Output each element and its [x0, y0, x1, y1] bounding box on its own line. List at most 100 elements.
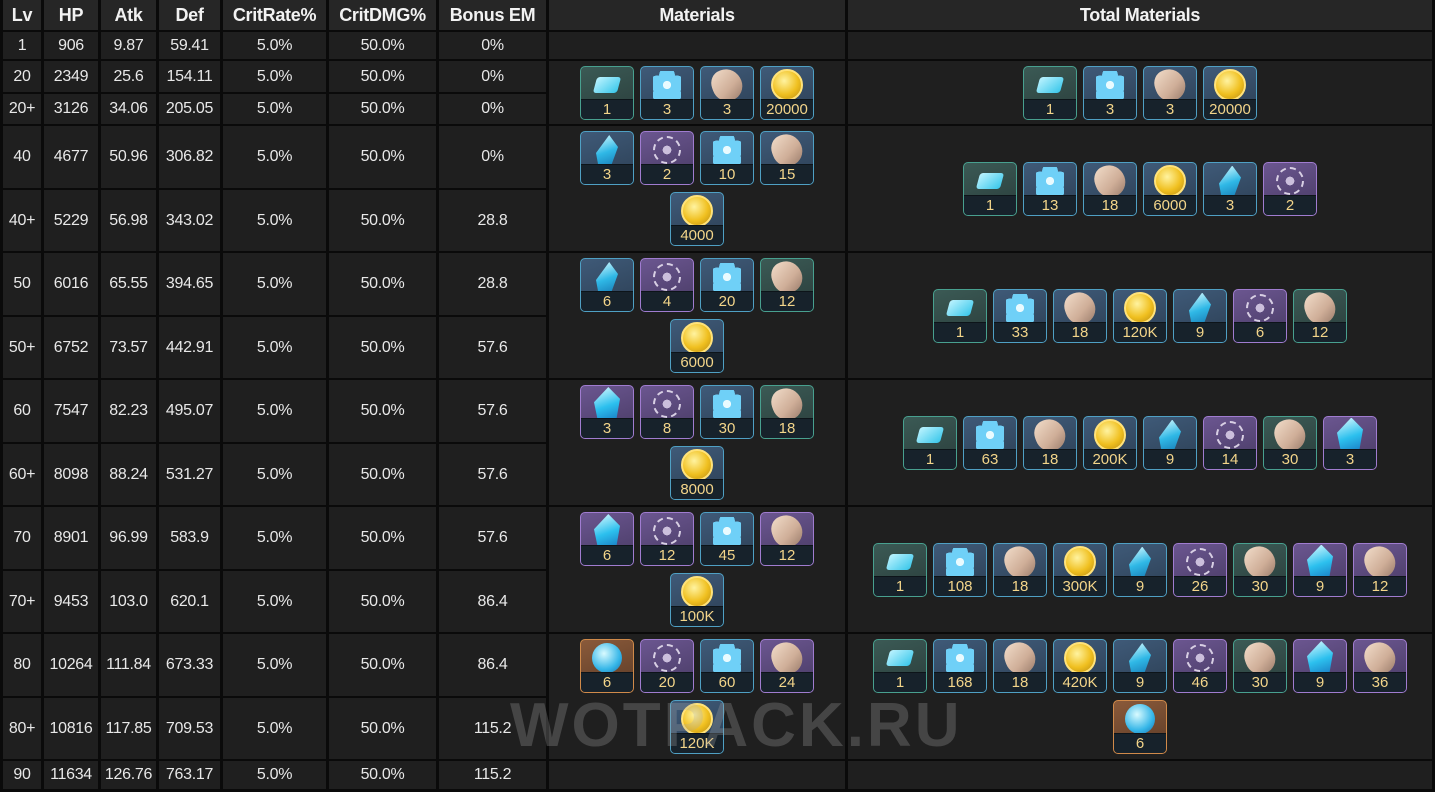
material-count: 9: [1114, 575, 1166, 596]
mora-coin-icon: [1124, 291, 1156, 324]
cell-atk: 34.06: [101, 94, 156, 124]
material-item: 9: [1113, 639, 1167, 693]
material-item: 2: [1263, 161, 1317, 216]
cell-def: 620.1: [159, 571, 220, 632]
cell-atk: 117.85: [101, 698, 156, 759]
total-materials-cell: 1 33 18 120K 9 6 12: [848, 253, 1432, 378]
cell-crit-dmg: 50.0%: [329, 380, 436, 442]
cell-level: 50+: [3, 317, 41, 378]
material-item: 9: [1293, 639, 1347, 693]
material-item: 420K: [1053, 639, 1107, 693]
cell-atk: 73.57: [101, 317, 156, 378]
material-count: 1: [874, 672, 926, 692]
cell-atk: 111.84: [101, 634, 156, 696]
material-item: 3: [1203, 161, 1257, 216]
cell-crit-rate: 5.0%: [223, 61, 326, 92]
cell-bonus-em: 57.6: [439, 380, 546, 442]
material-item: 6000: [1143, 161, 1197, 216]
mora-coin-icon: [1154, 164, 1186, 197]
crystal-icon: [596, 135, 618, 165]
material-item: 1: [1023, 65, 1077, 120]
mora-coin-icon: [1094, 418, 1126, 451]
cell-def: 495.07: [159, 380, 220, 442]
materials-cell-row: 120K: [670, 700, 724, 754]
material-count: 30: [1234, 672, 1286, 692]
material-count: 168: [934, 672, 986, 692]
scroll-icon: [1216, 420, 1244, 449]
material-count: 20000: [1204, 98, 1256, 119]
cell-hp: 6016: [44, 253, 98, 315]
cell-hp: 6752: [44, 317, 98, 378]
cell-level: 70+: [3, 571, 41, 632]
cell-def: 205.05: [159, 94, 220, 124]
material-count: 100K: [671, 606, 723, 626]
material-count: 120K: [1114, 321, 1166, 342]
material-item: 168: [933, 639, 987, 693]
material-count: 1: [581, 98, 633, 119]
material-item: 4: [640, 258, 694, 312]
material-count: 18: [1054, 321, 1106, 342]
materials-cell-row: 8000: [670, 446, 724, 500]
material-item: 10: [700, 131, 754, 185]
cell-crit-dmg: 50.0%: [329, 761, 436, 789]
material-item: 9: [1293, 542, 1347, 597]
material-item: 1: [903, 415, 957, 470]
material-item: 12: [1293, 288, 1347, 343]
material-count: 3: [1204, 194, 1256, 215]
material-item: 18: [993, 542, 1047, 597]
flower-icon: [653, 70, 681, 99]
gem-icon: [945, 299, 975, 316]
crystal-icon: [1159, 419, 1181, 450]
header-hp: HP: [44, 0, 98, 30]
header-materials: Materials: [549, 0, 845, 30]
crystal-icon: [1129, 643, 1151, 673]
cell-crit-dmg: 50.0%: [329, 253, 436, 315]
material-count: 12: [761, 545, 813, 565]
materials-cell-row: 6 4 20 12: [580, 258, 814, 312]
material-item: 18: [1053, 288, 1107, 343]
cell-bonus-em: 0%: [439, 61, 546, 92]
flower-icon: [713, 136, 741, 164]
total-materials-cell-row: 1 33 18 120K 9 6 12: [933, 288, 1347, 343]
total-materials-cell-row: 1 13 18 6000 3 2: [963, 161, 1317, 216]
material-count: 3: [581, 418, 633, 438]
flower-icon: [713, 263, 741, 291]
material-count: 9: [1114, 672, 1166, 692]
material-count: 8000: [671, 479, 723, 499]
materials-cell-row: 3 8 30 18: [580, 385, 814, 439]
material-count: 9: [1294, 672, 1346, 692]
materials-cell: 6 12 45 12 100K: [549, 507, 845, 632]
total-materials-cell-row: 1 3 3 20000: [1023, 65, 1257, 120]
cell-bonus-em: 57.6: [439, 507, 546, 569]
cell-def: 306.82: [159, 126, 220, 188]
header-total-materials: Total Materials: [848, 0, 1432, 30]
material-item: 1: [873, 639, 927, 693]
cell-def: 583.9: [159, 507, 220, 569]
crystal-icon: [1189, 292, 1211, 323]
material-item: 60: [700, 639, 754, 693]
material-count: 3: [1144, 98, 1196, 119]
total-materials-cell: 1 13 18 6000 3 2: [848, 126, 1432, 251]
cell-atk: 25.6: [101, 61, 156, 92]
cell-def: 394.65: [159, 253, 220, 315]
material-count: 45: [701, 545, 753, 565]
cell-level: 50: [3, 253, 41, 315]
material-item: 6: [580, 258, 634, 312]
material-item: 30: [700, 385, 754, 439]
material-item: 6: [1233, 288, 1287, 343]
cell-bonus-em: 57.6: [439, 317, 546, 378]
material-count: 12: [641, 545, 693, 565]
material-item: 20000: [1203, 65, 1257, 120]
cell-def: 59.41: [159, 32, 220, 59]
material-item: 24: [760, 639, 814, 693]
material-item: 20000: [760, 65, 814, 120]
material-count: 60: [701, 672, 753, 692]
material-item: 6: [1113, 700, 1167, 754]
material-count: 200K: [1084, 448, 1136, 469]
cell-crit-rate: 5.0%: [223, 317, 326, 378]
header-bonus-em: Bonus EM: [439, 0, 546, 30]
material-count: 13: [1024, 194, 1076, 215]
cell-bonus-em: 86.4: [439, 571, 546, 632]
cell-level: 1: [3, 32, 41, 59]
cell-crit-dmg: 50.0%: [329, 32, 436, 59]
